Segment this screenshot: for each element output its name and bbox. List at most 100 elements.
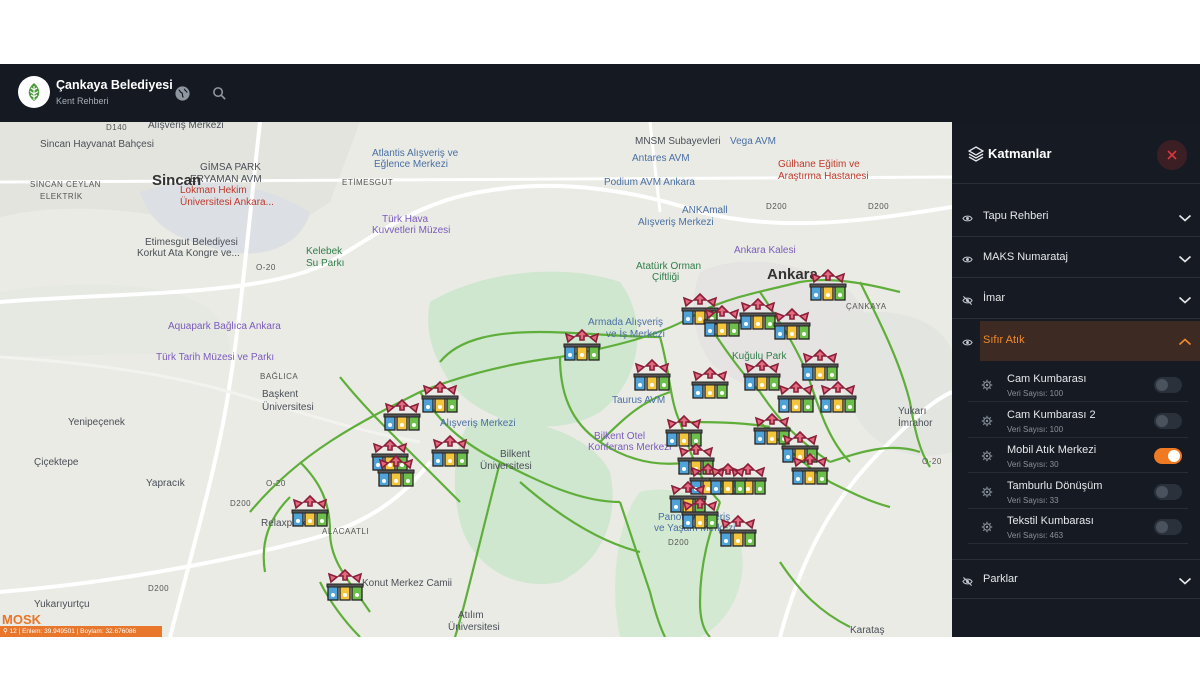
chevron-up-icon[interactable] <box>1178 334 1192 352</box>
waste-center-marker[interactable] <box>430 434 470 468</box>
map-label: D200 <box>868 202 890 211</box>
close-button[interactable] <box>1157 140 1187 170</box>
search-icon[interactable] <box>209 83 229 103</box>
layer-section-label: İmar <box>983 292 1005 304</box>
layer-section-parklar[interactable]: Parklar <box>952 559 1200 599</box>
map-label: ÇANKAYA <box>846 302 887 311</box>
map-label: D200 <box>668 538 690 547</box>
waste-center-marker[interactable] <box>708 462 748 496</box>
gear-icon[interactable] <box>981 378 993 396</box>
waste-center-marker[interactable] <box>808 268 848 302</box>
layer-section-label: MAKS Numarataj <box>983 251 1068 263</box>
toggle-knob <box>1156 485 1168 498</box>
map-label: Yapracık <box>146 478 185 489</box>
layer-section-label: Parklar <box>983 573 1018 585</box>
eye-icon[interactable] <box>962 335 973 353</box>
sublayer-row: Mobil Atık Merkezi Veri Sayısı: 30 <box>968 438 1188 473</box>
waste-center-marker[interactable] <box>772 307 812 341</box>
waste-center-marker[interactable] <box>290 494 330 528</box>
sublayer-count: Veri Sayısı: 100 <box>1007 424 1064 434</box>
map-label: Yenipeçenek <box>68 417 125 428</box>
map-label: GİMSA PARK <box>200 162 261 173</box>
map-label: O-20 <box>922 457 942 466</box>
gear-icon[interactable] <box>981 520 993 538</box>
gear-icon[interactable] <box>981 449 993 467</box>
waste-center-marker[interactable] <box>325 568 365 602</box>
waste-center-marker[interactable] <box>702 304 742 338</box>
gear-icon[interactable] <box>981 485 993 503</box>
sublayer-count: Veri Sayısı: 33 <box>1007 495 1059 505</box>
toggle-knob <box>1156 379 1168 391</box>
map-label: Lokman Hekim <box>180 185 247 196</box>
map-label: Sincan Hayvanat Bahçesi <box>40 139 154 150</box>
layer-toggle[interactable] <box>1154 483 1182 500</box>
chevron-down-icon[interactable] <box>1178 573 1192 591</box>
app-title: Çankaya Belediyesi <box>56 78 173 92</box>
eye-off-icon[interactable] <box>962 574 973 592</box>
sublayer-count: Veri Sayısı: 100 <box>1007 389 1064 398</box>
layer-toggle[interactable] <box>1154 519 1182 535</box>
map-label: Etimesgut Belediyesi <box>145 237 238 248</box>
waste-center-marker[interactable] <box>680 496 720 530</box>
layer-toggle[interactable] <box>1154 412 1182 429</box>
map-label: Yukarıyurtçu <box>34 599 90 610</box>
eye-icon[interactable] <box>962 211 973 229</box>
map-label: Alışveriş Merkezi <box>638 217 714 228</box>
waste-center-marker[interactable] <box>382 398 422 432</box>
map-label: Aquapark Bağlıca Ankara <box>168 321 281 332</box>
layer-section-tapu-rehberi[interactable]: Tapu Rehberi <box>952 197 1200 237</box>
layer-section-sifir-atik[interactable]: Sıfır Atık <box>980 321 1200 361</box>
map-label: Eğlence Merkezi <box>374 159 448 170</box>
layer-section-label: Sıfır Atık <box>983 334 1025 346</box>
sublayer-count: Veri Sayısı: 463 <box>1007 531 1064 540</box>
map-label: Konferans Merkezi <box>588 442 672 453</box>
layer-toggle[interactable] <box>1154 448 1182 464</box>
layer-section-imar[interactable]: İmar <box>952 279 1200 319</box>
map-label: Türk Tarih Müzesi ve Parkı <box>156 352 275 363</box>
waste-center-marker[interactable] <box>718 514 758 548</box>
leaf-logo[interactable] <box>18 76 50 108</box>
map-label: Armada Alışveriş <box>588 317 664 328</box>
map-label: Alışveriş Merkezi <box>148 122 224 131</box>
map-label: D200 <box>230 499 252 508</box>
waste-center-marker[interactable] <box>818 380 858 414</box>
layers-icon <box>968 146 984 162</box>
map-canvas[interactable]: Alışveriş Merkezi D140 Sincan Hayvanat Bah… <box>0 122 952 637</box>
map-label: D200 <box>766 202 788 211</box>
waste-center-marker[interactable] <box>376 454 416 488</box>
eye-icon[interactable] <box>962 252 973 270</box>
chevron-down-icon[interactable] <box>1178 210 1192 228</box>
sublayer-name: Cam Kumbarası 2 <box>1007 408 1096 421</box>
map-label: İmrahor <box>898 418 933 429</box>
toggle-knob <box>1168 450 1180 462</box>
app-subtitle: Kent Rehberi <box>56 96 109 106</box>
waste-center-marker[interactable] <box>776 380 816 414</box>
map-label: Kelebek <box>306 246 343 257</box>
waste-center-marker[interactable] <box>562 328 602 362</box>
map-label: ANKAmall <box>682 205 728 216</box>
chevron-down-icon[interactable] <box>1178 292 1192 310</box>
gear-icon[interactable] <box>981 414 993 432</box>
waste-center-marker[interactable] <box>690 366 730 400</box>
eye-off-icon[interactable] <box>962 293 973 311</box>
waste-center-marker[interactable] <box>790 452 830 486</box>
sublayer-row: Tamburlu Dönüşüm Veri Sayısı: 33 <box>968 474 1188 509</box>
layer-section-label: Tapu Rehberi <box>983 210 1049 222</box>
globe-icon[interactable] <box>172 83 192 103</box>
map-label: ETİMESGUT <box>342 178 394 187</box>
layer-section-maks-numarataj[interactable]: MAKS Numarataj <box>952 238 1200 278</box>
layers-panel-title: Katmanlar <box>988 146 1052 161</box>
map-label: Üniversitesi <box>480 461 532 472</box>
waste-center-marker[interactable] <box>420 380 460 414</box>
map-label: O-20 <box>266 479 286 488</box>
map-label: Başkent <box>262 389 299 400</box>
map-label: Bilkent <box>500 449 531 460</box>
sublayer-row: Cam Kumbarası 2 Veri Sayısı: 100 <box>968 403 1188 438</box>
map-label: Üniversitesi <box>262 402 314 413</box>
sublayer-name: Cam Kumbarası <box>1007 373 1087 385</box>
layer-toggle[interactable] <box>1154 377 1182 393</box>
chevron-down-icon[interactable] <box>1178 251 1192 269</box>
map-label: Bilkent Otel <box>594 431 646 442</box>
waste-center-marker[interactable] <box>632 358 672 392</box>
waste-center-marker[interactable] <box>800 348 840 382</box>
